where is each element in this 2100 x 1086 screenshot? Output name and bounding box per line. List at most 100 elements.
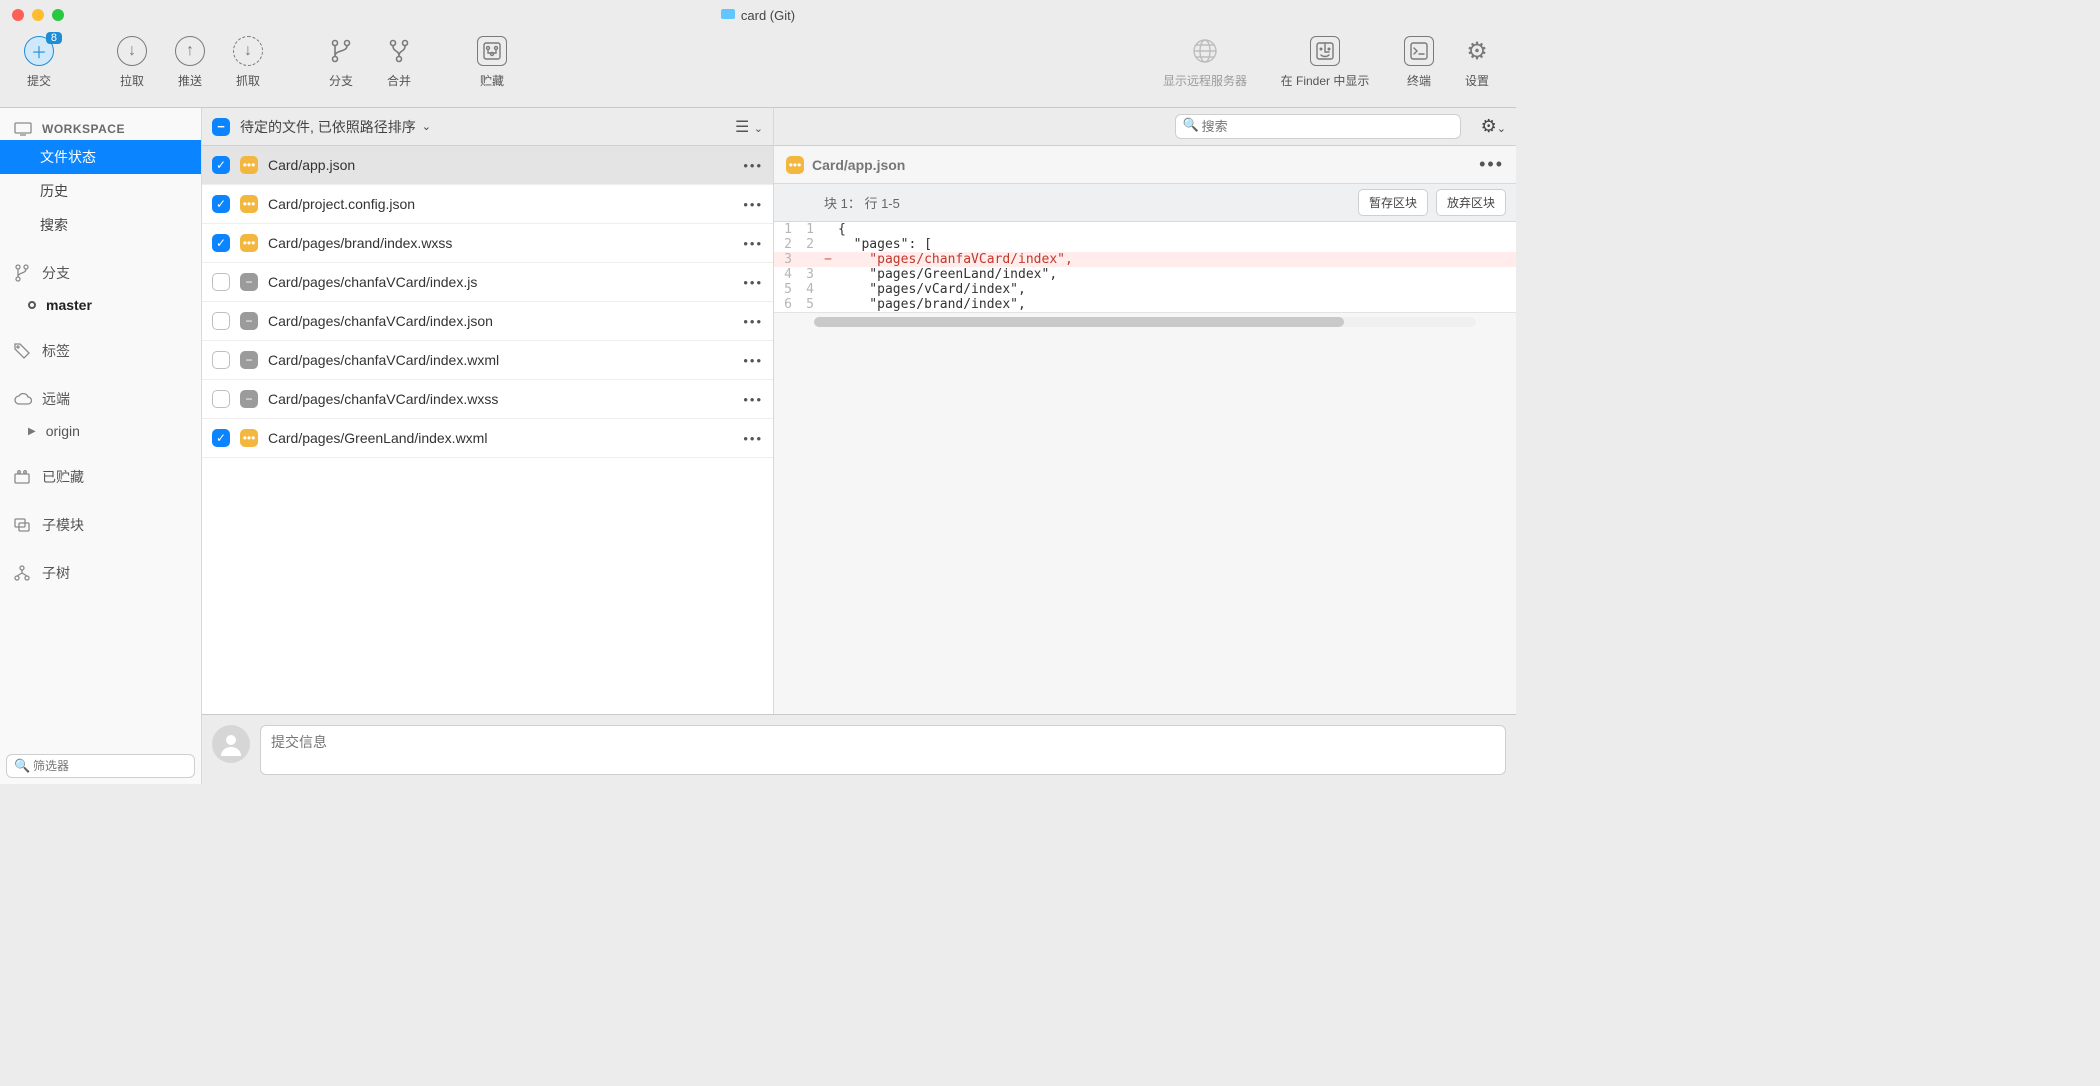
file-row[interactable]: ✓ ••• Card/project.config.json ••• xyxy=(202,185,773,224)
file-checkbox[interactable] xyxy=(212,273,230,291)
finder-icon xyxy=(1310,36,1340,66)
terminal-label: 终端 xyxy=(1407,72,1431,89)
remote-section-label: 远端 xyxy=(42,389,70,409)
file-more-button[interactable]: ••• xyxy=(743,314,763,329)
sidebar-branch-master[interactable]: master xyxy=(0,290,201,320)
file-name: Card/app.json xyxy=(268,157,355,173)
window-title: card (Git) xyxy=(721,8,795,23)
commit-label: 提交 xyxy=(27,72,51,89)
diff-line[interactable]: 54 "pages/vCard/index", xyxy=(774,282,1516,297)
file-row[interactable]: −Card/pages/chanfaVCard/index.json••• xyxy=(202,302,773,341)
stash-button[interactable]: 贮藏 xyxy=(463,36,521,89)
sidebar-remote-origin[interactable]: ▶ origin xyxy=(0,416,201,446)
close-icon[interactable] xyxy=(12,9,24,21)
file-status-icon: ••• xyxy=(240,156,258,174)
subtree-header[interactable]: 子树 xyxy=(0,556,201,590)
file-checkbox[interactable]: ✓ xyxy=(212,429,230,447)
push-button[interactable]: ↑ 推送 xyxy=(161,36,219,89)
file-name: Card/project.config.json xyxy=(268,196,415,212)
diff-more-button[interactable]: ••• xyxy=(1479,154,1504,175)
file-status-icon: ••• xyxy=(240,429,258,447)
file-more-button[interactable]: ••• xyxy=(743,431,763,446)
arrow-down-dashed-icon: ↓ xyxy=(233,36,263,66)
file-checkbox[interactable] xyxy=(212,351,230,369)
fetch-button[interactable]: ↓ 抓取 xyxy=(219,36,277,89)
show-finder-label: 在 Finder 中显示 xyxy=(1281,72,1370,89)
commit-message-input[interactable] xyxy=(260,725,1506,775)
file-checkbox[interactable] xyxy=(212,390,230,408)
merge-icon xyxy=(384,36,414,66)
tristate-checkbox[interactable]: − xyxy=(212,118,230,136)
diff-options-button[interactable]: ⚙⌄ xyxy=(1481,116,1506,137)
file-more-button[interactable]: ••• xyxy=(743,353,763,368)
branch-button[interactable]: 分支 xyxy=(312,36,370,89)
file-name: Card/pages/GreenLand/index.wxml xyxy=(268,430,487,446)
stash-section-label: 已贮藏 xyxy=(42,467,84,487)
push-label: 推送 xyxy=(178,72,202,89)
branch-icon xyxy=(14,264,32,282)
branch-section-label: 分支 xyxy=(42,263,70,283)
terminal-icon xyxy=(1404,36,1434,66)
diff-search-input[interactable] xyxy=(1175,114,1461,139)
file-more-button[interactable]: ••• xyxy=(743,158,763,173)
terminal-button[interactable]: 终端 xyxy=(1390,36,1448,89)
file-sort-dropdown[interactable]: 待定的文件, 已依照路径排序 ⌄ xyxy=(240,117,431,137)
branch-header[interactable]: 分支 xyxy=(0,256,201,290)
view-mode-dropdown[interactable]: ☰ ⌄ xyxy=(735,117,763,137)
file-row[interactable]: −Card/pages/chanfaVCard/index.js••• xyxy=(202,263,773,302)
sidebar-filter-input[interactable] xyxy=(6,754,195,778)
pull-label: 拉取 xyxy=(120,72,144,89)
stage-hunk-button[interactable]: 暂存区块 xyxy=(1358,189,1428,216)
file-row[interactable]: ✓ ••• Card/pages/GreenLand/index.wxml ••• xyxy=(202,419,773,458)
folder-icon xyxy=(721,9,735,19)
diff-line[interactable]: 3− "pages/chanfaVCard/index", xyxy=(774,252,1516,267)
diff-scrollbar[interactable] xyxy=(814,317,1476,327)
show-finder-button[interactable]: 在 Finder 中显示 xyxy=(1260,36,1390,89)
commit-button[interactable]: 8 ＋ 提交 xyxy=(10,36,68,89)
file-checkbox[interactable]: ✓ xyxy=(212,156,230,174)
file-more-button[interactable]: ••• xyxy=(743,275,763,290)
file-name: Card/pages/brand/index.wxss xyxy=(268,235,452,251)
file-status-icon: ••• xyxy=(240,234,258,252)
file-status-icon: ••• xyxy=(240,195,258,213)
file-more-button[interactable]: ••• xyxy=(743,236,763,251)
sidebar-item-file-status[interactable]: 文件状态 xyxy=(0,140,201,174)
file-row[interactable]: ✓ ••• Card/app.json ••• xyxy=(202,146,773,185)
file-checkbox[interactable]: ✓ xyxy=(212,195,230,213)
workspace-header: WORKSPACE xyxy=(0,118,201,140)
file-more-button[interactable]: ••• xyxy=(743,197,763,212)
remote-header[interactable]: 远端 xyxy=(0,382,201,416)
submodule-header[interactable]: 子模块 xyxy=(0,508,201,542)
file-more-button[interactable]: ••• xyxy=(743,392,763,407)
diff-file-header: ••• Card/app.json ••• xyxy=(774,146,1516,183)
diff-line[interactable]: 11 { xyxy=(774,222,1516,237)
minimize-icon[interactable] xyxy=(32,9,44,21)
file-checkbox[interactable] xyxy=(212,312,230,330)
diff-line[interactable]: 65 "pages/brand/index", xyxy=(774,297,1516,312)
discard-hunk-button[interactable]: 放弃区块 xyxy=(1436,189,1506,216)
file-row[interactable]: −Card/pages/chanfaVCard/index.wxss••• xyxy=(202,380,773,419)
diff-pane: 🔍 ⚙⌄ ••• Card/app.json ••• 块 1： 行 1-5 暂存… xyxy=(774,108,1516,714)
file-status-icon: ••• xyxy=(786,156,804,174)
diff-header: 🔍 ⚙⌄ xyxy=(774,108,1516,146)
diff-line[interactable]: 22 "pages": [ xyxy=(774,237,1516,252)
settings-button[interactable]: ⚙ 设置 xyxy=(1448,36,1506,89)
show-remote-button[interactable]: 显示远程服务器 xyxy=(1150,36,1260,89)
maximize-icon[interactable] xyxy=(52,9,64,21)
diff-line[interactable]: 43 "pages/GreenLand/index", xyxy=(774,267,1516,282)
sidebar-item-history[interactable]: 历史 xyxy=(0,174,201,208)
stash-section-icon xyxy=(14,470,32,484)
commit-badge: 8 xyxy=(46,32,62,44)
fetch-label: 抓取 xyxy=(236,72,260,89)
pull-button[interactable]: ↓ 拉取 xyxy=(103,36,161,89)
stash-header[interactable]: 已贮藏 xyxy=(0,460,201,494)
file-status-icon: − xyxy=(240,273,258,291)
file-row[interactable]: −Card/pages/chanfaVCard/index.wxml••• xyxy=(202,341,773,380)
file-checkbox[interactable]: ✓ xyxy=(212,234,230,252)
file-status-icon: − xyxy=(240,351,258,369)
merge-button[interactable]: 合并 xyxy=(370,36,428,89)
tag-header[interactable]: 标签 xyxy=(0,334,201,368)
sidebar: WORKSPACE 文件状态 历史 搜索 分支 master xyxy=(0,108,202,784)
file-row[interactable]: ✓ ••• Card/pages/brand/index.wxss ••• xyxy=(202,224,773,263)
sidebar-item-search[interactable]: 搜索 xyxy=(0,208,201,242)
